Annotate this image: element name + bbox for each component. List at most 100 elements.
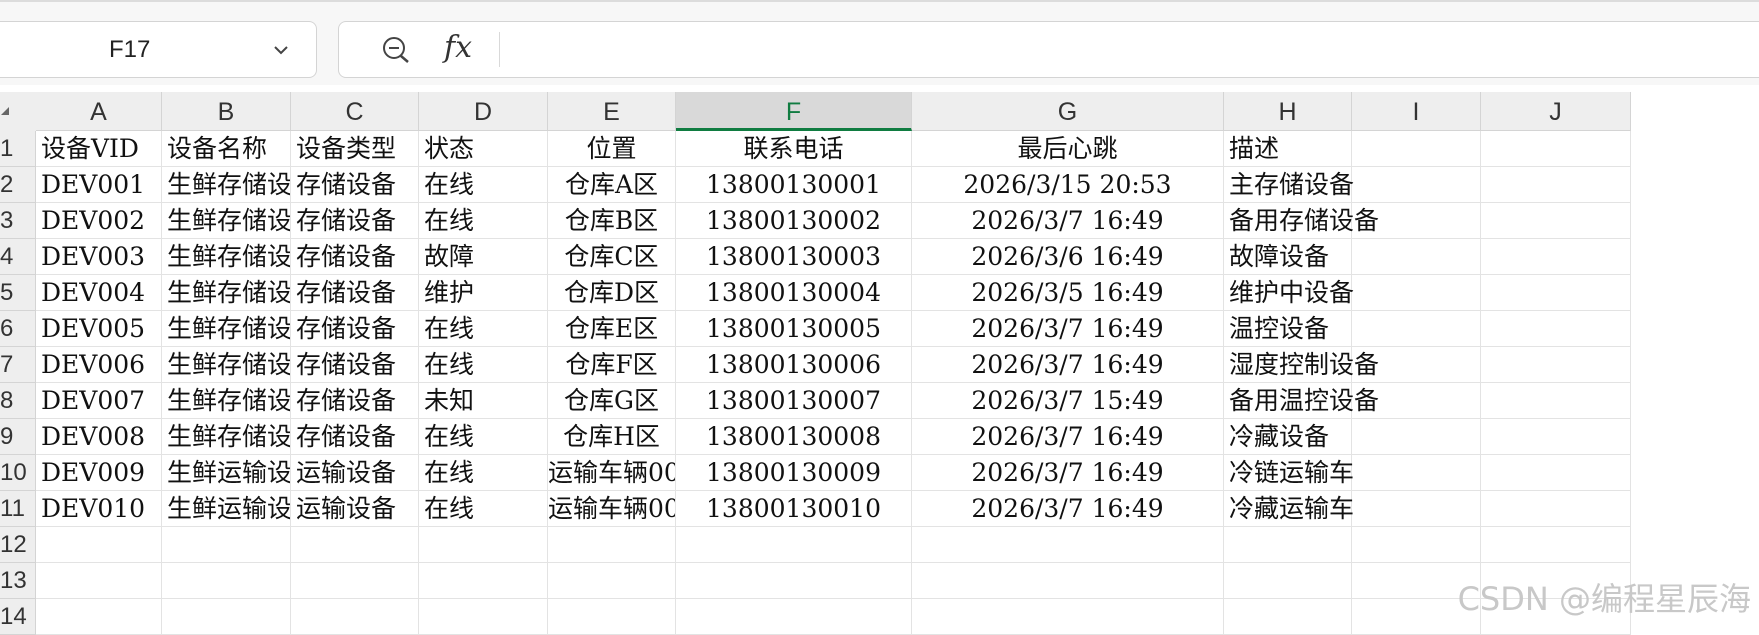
cell-h11[interactable]: 冷藏运输车: [1224, 491, 1354, 527]
cell-i12[interactable]: [1352, 527, 1481, 563]
cell-b10[interactable]: 生鲜运输设备: [162, 455, 291, 491]
cell-d10[interactable]: 在线: [419, 455, 548, 491]
cell-a14[interactable]: [36, 599, 162, 635]
cell-b8[interactable]: 生鲜存储设备: [162, 383, 291, 419]
cell-i5[interactable]: [1352, 275, 1481, 311]
cell-d6[interactable]: 在线: [419, 311, 548, 347]
cell-e12[interactable]: [548, 527, 676, 563]
cell-h1[interactable]: 描述: [1224, 131, 1352, 167]
cell-i11[interactable]: [1352, 491, 1481, 527]
cell-f1[interactable]: 联系电话: [676, 131, 912, 167]
cell-c11[interactable]: 运输设备: [291, 491, 419, 527]
cell-f10[interactable]: 13800130009: [676, 455, 912, 491]
cell-g9[interactable]: 2026/3/7 16:49: [912, 419, 1224, 455]
cell-b3[interactable]: 生鲜存储设备: [162, 203, 291, 239]
column-header-g[interactable]: G: [912, 92, 1224, 131]
column-header-j[interactable]: J: [1481, 92, 1631, 131]
cell-j7[interactable]: [1481, 347, 1631, 383]
zoom-icon[interactable]: [381, 36, 411, 64]
cell-c4[interactable]: 存储设备: [291, 239, 419, 275]
cell-f13[interactable]: [676, 563, 912, 599]
cell-b5[interactable]: 生鲜存储设备: [162, 275, 291, 311]
cell-b7[interactable]: 生鲜存储设备: [162, 347, 291, 383]
cell-d5[interactable]: 维护: [419, 275, 548, 311]
cell-e2[interactable]: 仓库A区: [548, 167, 676, 203]
cell-e10[interactable]: 运输车辆001: [548, 455, 676, 491]
cell-e13[interactable]: [548, 563, 676, 599]
cell-c10[interactable]: 运输设备: [291, 455, 419, 491]
row-header-10[interactable]: 10: [0, 455, 36, 491]
cell-d7[interactable]: 在线: [419, 347, 548, 383]
cell-c13[interactable]: [291, 563, 419, 599]
cell-f4[interactable]: 13800130003: [676, 239, 912, 275]
cell-c3[interactable]: 存储设备: [291, 203, 419, 239]
cell-b11[interactable]: 生鲜运输设备: [162, 491, 291, 527]
cell-g1[interactable]: 最后心跳: [912, 131, 1224, 167]
fx-icon[interactable]: fx: [444, 30, 472, 66]
cell-c7[interactable]: 存储设备: [291, 347, 419, 383]
cell-g10[interactable]: 2026/3/7 16:49: [912, 455, 1224, 491]
column-header-d[interactable]: D: [419, 92, 548, 131]
cell-g4[interactable]: 2026/3/6 16:49: [912, 239, 1224, 275]
cell-g12[interactable]: [912, 527, 1224, 563]
cell-g3[interactable]: 2026/3/7 16:49: [912, 203, 1224, 239]
cell-g5[interactable]: 2026/3/5 16:49: [912, 275, 1224, 311]
cell-e11[interactable]: 运输车辆002: [548, 491, 676, 527]
cell-d11[interactable]: 在线: [419, 491, 548, 527]
cell-j11[interactable]: [1481, 491, 1631, 527]
cell-f14[interactable]: [676, 599, 912, 635]
cell-e7[interactable]: 仓库F区: [548, 347, 676, 383]
cell-d12[interactable]: [419, 527, 548, 563]
cell-d14[interactable]: [419, 599, 548, 635]
cell-d1[interactable]: 状态: [419, 131, 548, 167]
cell-f5[interactable]: 13800130004: [676, 275, 912, 311]
cell-h2[interactable]: 主存储设备: [1224, 167, 1354, 203]
column-header-c[interactable]: C: [291, 92, 419, 131]
row-header-6[interactable]: 6: [0, 311, 36, 347]
cell-b12[interactable]: [162, 527, 291, 563]
cell-c6[interactable]: 存储设备: [291, 311, 419, 347]
select-all-corner[interactable]: [0, 92, 37, 132]
cell-a3[interactable]: DEV002: [36, 203, 162, 239]
cell-h10[interactable]: 冷链运输车: [1224, 455, 1354, 491]
cell-c8[interactable]: 存储设备: [291, 383, 419, 419]
name-box[interactable]: F17: [0, 21, 317, 78]
cell-g8[interactable]: 2026/3/7 15:49: [912, 383, 1224, 419]
cell-g2[interactable]: 2026/3/15 20:53: [912, 167, 1224, 203]
cell-g13[interactable]: [912, 563, 1224, 599]
cell-j6[interactable]: [1481, 311, 1631, 347]
cell-a6[interactable]: DEV005: [36, 311, 162, 347]
cell-g7[interactable]: 2026/3/7 16:49: [912, 347, 1224, 383]
cell-f3[interactable]: 13800130002: [676, 203, 912, 239]
cell-f2[interactable]: 13800130001: [676, 167, 912, 203]
cell-b2[interactable]: 生鲜存储设备: [162, 167, 291, 203]
cell-b14[interactable]: [162, 599, 291, 635]
cell-d9[interactable]: 在线: [419, 419, 548, 455]
cell-h4[interactable]: 故障设备: [1224, 239, 1352, 275]
cell-e5[interactable]: 仓库D区: [548, 275, 676, 311]
row-header-13[interactable]: 13: [0, 563, 36, 599]
cell-f12[interactable]: [676, 527, 912, 563]
row-header-4[interactable]: 4: [0, 239, 36, 275]
cell-b13[interactable]: [162, 563, 291, 599]
cell-e4[interactable]: 仓库C区: [548, 239, 676, 275]
cell-h8[interactable]: 备用温控设备: [1224, 383, 1379, 419]
cell-b6[interactable]: 生鲜存储设备: [162, 311, 291, 347]
cell-i4[interactable]: [1352, 239, 1481, 275]
cell-h7[interactable]: 湿度控制设备: [1224, 347, 1379, 383]
column-header-a[interactable]: A: [36, 92, 162, 131]
cell-j10[interactable]: [1481, 455, 1631, 491]
cell-j9[interactable]: [1481, 419, 1631, 455]
cell-h5[interactable]: 维护中设备: [1224, 275, 1354, 311]
cell-e8[interactable]: 仓库G区: [548, 383, 676, 419]
cell-a13[interactable]: [36, 563, 162, 599]
cell-e6[interactable]: 仓库E区: [548, 311, 676, 347]
cell-f6[interactable]: 13800130005: [676, 311, 912, 347]
cell-j4[interactable]: [1481, 239, 1631, 275]
cell-a7[interactable]: DEV006: [36, 347, 162, 383]
cell-f11[interactable]: 13800130010: [676, 491, 912, 527]
cell-e9[interactable]: 仓库H区: [548, 419, 676, 455]
cell-g11[interactable]: 2026/3/7 16:49: [912, 491, 1224, 527]
row-header-12[interactable]: 12: [0, 527, 36, 563]
cell-b1[interactable]: 设备名称: [162, 131, 291, 167]
